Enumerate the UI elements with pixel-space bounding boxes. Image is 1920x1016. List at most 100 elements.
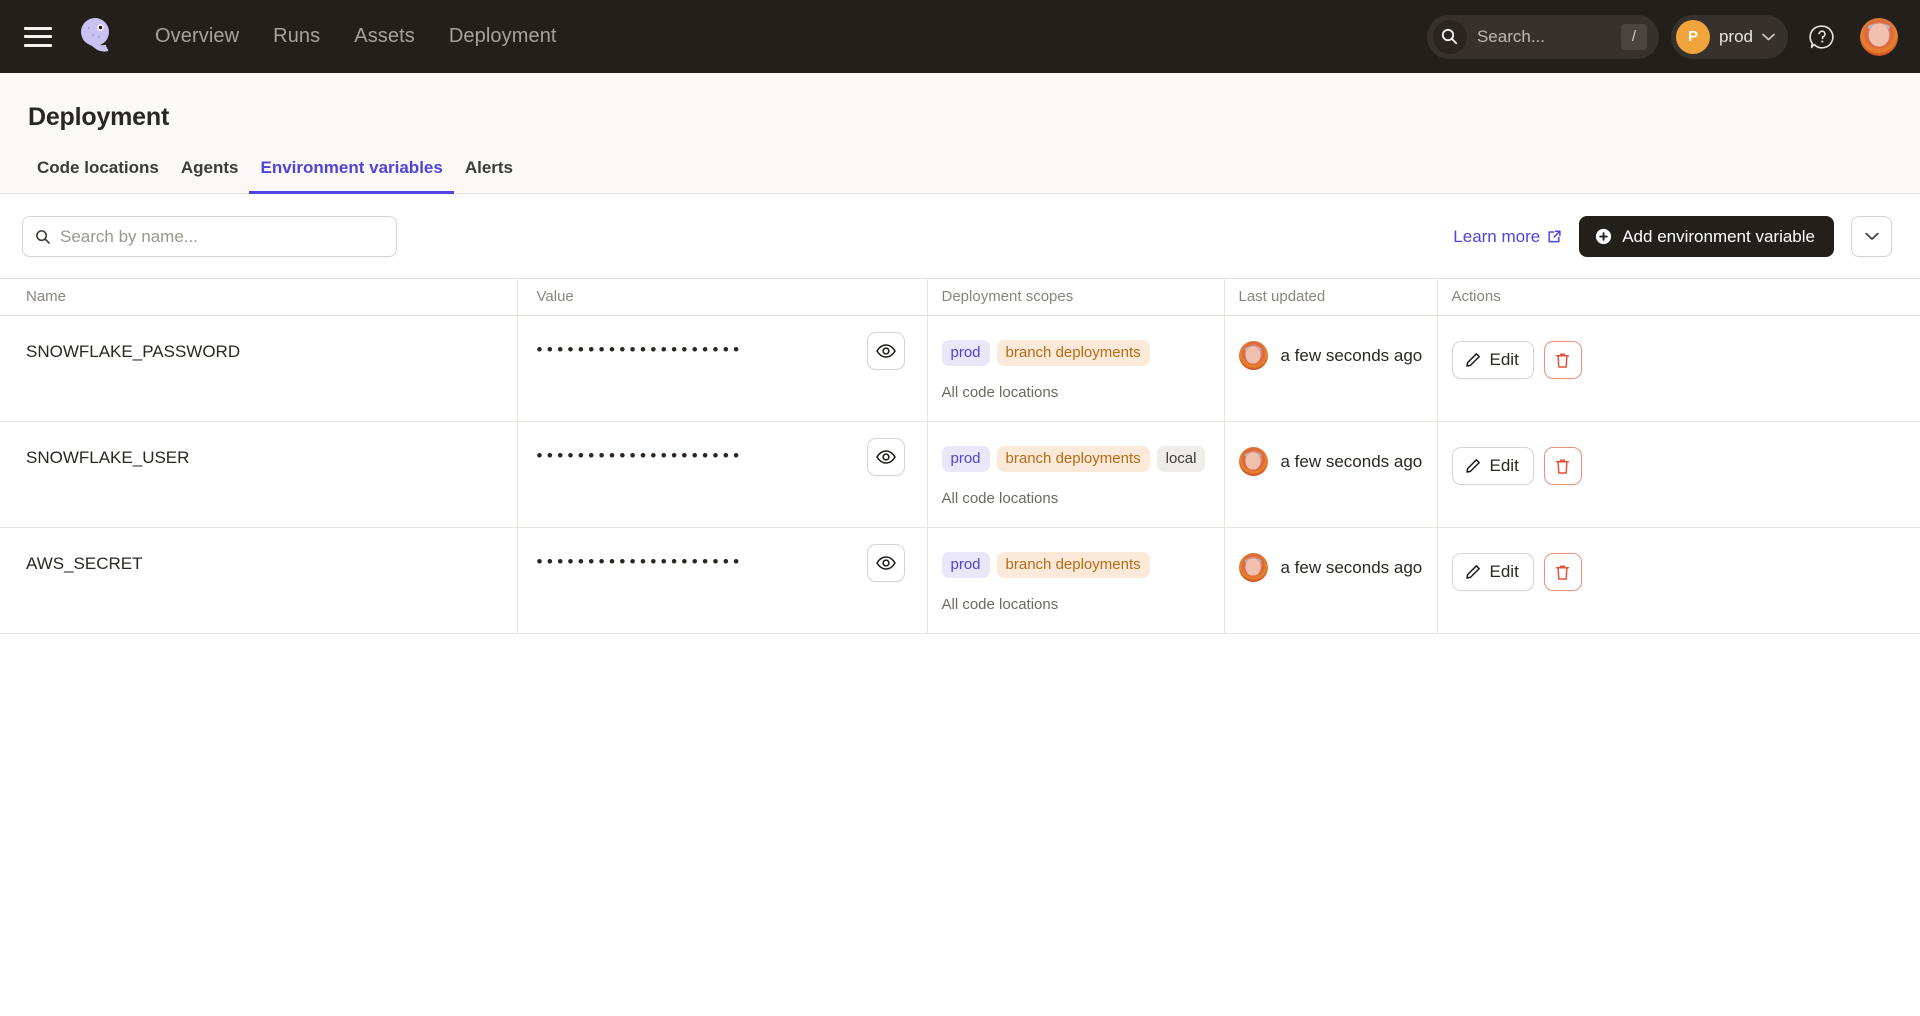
scope-badge-branch-deployments[interactable]: branch deployments bbox=[997, 552, 1150, 578]
scope-badges: prod branch deployments bbox=[942, 340, 1210, 366]
cell-name: AWS_SECRET bbox=[0, 528, 517, 634]
edit-label: Edit bbox=[1490, 456, 1519, 476]
delete-button[interactable] bbox=[1544, 341, 1582, 379]
tab-alerts[interactable]: Alerts bbox=[454, 158, 524, 194]
reveal-value-button[interactable] bbox=[867, 332, 905, 370]
cell-actions: Edit bbox=[1437, 316, 1920, 422]
scope-badge-local[interactable]: local bbox=[1157, 446, 1206, 472]
top-navigation-bar: Overview Runs Assets Deployment Search..… bbox=[0, 0, 1920, 73]
search-by-name-placeholder: Search by name... bbox=[60, 227, 198, 247]
code-locations-label: All code locations bbox=[942, 490, 1210, 507]
deployment-selector[interactable]: P prod bbox=[1671, 15, 1788, 59]
toolbar-actions: Learn more Add environment variable bbox=[1453, 216, 1892, 257]
primary-nav-links: Overview Runs Assets Deployment bbox=[155, 25, 557, 48]
scope-badge-branch-deployments[interactable]: branch deployments bbox=[997, 446, 1150, 472]
cell-actions: Edit bbox=[1437, 528, 1920, 634]
last-updated-text: a few seconds ago bbox=[1281, 558, 1423, 578]
search-by-name-input[interactable]: Search by name... bbox=[22, 216, 397, 257]
variable-name: SNOWFLAKE_PASSWORD bbox=[0, 316, 517, 388]
last-updated-text: a few seconds ago bbox=[1281, 452, 1423, 472]
tab-agents[interactable]: Agents bbox=[170, 158, 250, 194]
user-avatar[interactable] bbox=[1860, 18, 1898, 56]
search-icon bbox=[1433, 20, 1467, 54]
nav-link-deployment[interactable]: Deployment bbox=[449, 25, 557, 48]
updated-by-avatar bbox=[1239, 341, 1268, 370]
chevron-down-icon bbox=[1865, 232, 1879, 241]
edit-button[interactable]: Edit bbox=[1452, 553, 1534, 591]
masked-value: •••••••••••••••••••• bbox=[537, 553, 744, 570]
pencil-icon bbox=[1465, 352, 1481, 368]
cell-value: •••••••••••••••••••• bbox=[517, 528, 927, 634]
add-environment-variable-button[interactable]: Add environment variable bbox=[1579, 216, 1834, 257]
cell-last-updated: a few seconds ago bbox=[1224, 422, 1437, 528]
column-header-last-updated: Last updated bbox=[1224, 279, 1437, 316]
cell-value: •••••••••••••••••••• bbox=[517, 316, 927, 422]
search-shortcut-key: / bbox=[1621, 24, 1647, 50]
learn-more-link[interactable]: Learn more bbox=[1453, 227, 1562, 247]
page-header: Deployment Code locations Agents Environ… bbox=[0, 73, 1920, 194]
last-updated-text: a few seconds ago bbox=[1281, 346, 1423, 366]
reveal-value-button[interactable] bbox=[867, 544, 905, 582]
plus-circle-icon bbox=[1595, 228, 1612, 245]
column-header-actions: Actions bbox=[1437, 279, 1920, 316]
delete-button[interactable] bbox=[1544, 447, 1582, 485]
scope-badges: prod branch deployments local bbox=[942, 446, 1210, 472]
tab-code-locations[interactable]: Code locations bbox=[26, 158, 170, 194]
hamburger-menu-icon[interactable] bbox=[24, 27, 52, 47]
eye-icon bbox=[876, 556, 896, 570]
edit-label: Edit bbox=[1490, 562, 1519, 582]
table-row: SNOWFLAKE_PASSWORD •••••••••••••••••••• bbox=[0, 316, 1920, 422]
avatar-face bbox=[1869, 23, 1889, 46]
nav-right-controls: Search... / P prod bbox=[1427, 15, 1898, 59]
cell-last-updated: a few seconds ago bbox=[1224, 528, 1437, 634]
column-header-name: Name bbox=[0, 279, 517, 316]
cell-name: SNOWFLAKE_USER bbox=[0, 422, 517, 528]
deployment-badge: P bbox=[1676, 20, 1710, 54]
nav-link-assets[interactable]: Assets bbox=[354, 25, 415, 48]
dagster-logo-icon[interactable] bbox=[75, 15, 119, 59]
scope-badge-branch-deployments[interactable]: branch deployments bbox=[997, 340, 1150, 366]
table-row: AWS_SECRET •••••••••••••••••••• pr bbox=[0, 528, 1920, 634]
scope-badge-prod[interactable]: prod bbox=[942, 446, 990, 472]
edit-button[interactable]: Edit bbox=[1452, 447, 1534, 485]
cell-deployment-scopes: prod branch deployments All code locatio… bbox=[927, 316, 1224, 422]
add-environment-variable-label: Add environment variable bbox=[1622, 227, 1815, 247]
eye-icon bbox=[876, 344, 896, 358]
trash-icon bbox=[1555, 352, 1570, 369]
cell-last-updated: a few seconds ago bbox=[1224, 316, 1437, 422]
cell-deployment-scopes: prod branch deployments All code locatio… bbox=[927, 528, 1224, 634]
cell-deployment-scopes: prod branch deployments local All code l… bbox=[927, 422, 1224, 528]
nav-link-runs[interactable]: Runs bbox=[273, 25, 320, 48]
cell-actions: Edit bbox=[1437, 422, 1920, 528]
chevron-down-icon bbox=[1762, 33, 1775, 41]
updated-by-avatar bbox=[1239, 553, 1268, 582]
environment-variables-table: Name Value Deployment scopes Last update… bbox=[0, 278, 1920, 634]
pencil-icon bbox=[1465, 458, 1481, 474]
external-link-icon bbox=[1547, 229, 1562, 244]
global-search-input[interactable]: Search... / bbox=[1427, 15, 1659, 59]
variable-name: SNOWFLAKE_USER bbox=[0, 422, 517, 494]
scope-badge-prod[interactable]: prod bbox=[942, 340, 990, 366]
cell-name: SNOWFLAKE_PASSWORD bbox=[0, 316, 517, 422]
trash-icon bbox=[1555, 564, 1570, 581]
nav-link-overview[interactable]: Overview bbox=[155, 25, 239, 48]
column-header-value: Value bbox=[517, 279, 927, 316]
edit-button[interactable]: Edit bbox=[1452, 341, 1534, 379]
edit-label: Edit bbox=[1490, 350, 1519, 370]
column-header-deployment-scopes: Deployment scopes bbox=[927, 279, 1224, 316]
tab-environment-variables[interactable]: Environment variables bbox=[249, 158, 453, 194]
deployment-tabs: Code locations Agents Environment variab… bbox=[0, 132, 1920, 194]
pencil-icon bbox=[1465, 564, 1481, 580]
deployment-name-label: prod bbox=[1719, 27, 1753, 47]
scope-badge-prod[interactable]: prod bbox=[942, 552, 990, 578]
trash-icon bbox=[1555, 458, 1570, 475]
scope-badges: prod branch deployments bbox=[942, 552, 1210, 578]
reveal-value-button[interactable] bbox=[867, 438, 905, 476]
help-circle-icon[interactable] bbox=[1808, 23, 1836, 51]
table-row: SNOWFLAKE_USER •••••••••••••••••••• bbox=[0, 422, 1920, 528]
add-variable-dropdown-button[interactable] bbox=[1851, 216, 1892, 257]
delete-button[interactable] bbox=[1544, 553, 1582, 591]
updated-by-avatar bbox=[1239, 447, 1268, 476]
search-icon bbox=[35, 229, 51, 245]
table-toolbar: Search by name... Learn more Add environ… bbox=[0, 194, 1920, 278]
